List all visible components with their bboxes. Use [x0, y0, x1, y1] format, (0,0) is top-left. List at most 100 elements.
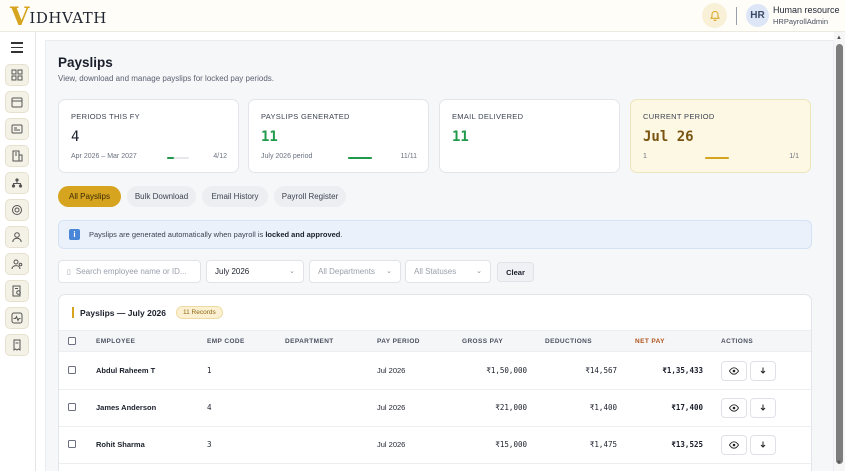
sidebar-id-card-icon[interactable]	[5, 118, 29, 140]
logo-mark: V	[10, 1, 30, 31]
tab-email-history[interactable]: Email History	[202, 186, 268, 207]
gross-pay: ₹1,50,000	[486, 366, 527, 375]
col-net-pay[interactable]: NET PAY	[635, 338, 665, 345]
employee-name: Rohit Sharma	[96, 440, 145, 449]
clear-filters-button[interactable]: Clear	[497, 262, 534, 282]
sidebar	[0, 32, 36, 471]
net-pay: ₹17,400	[671, 403, 703, 412]
brand-logo[interactable]: V IDHVATH	[10, 3, 107, 29]
row-checkbox[interactable]	[68, 403, 76, 411]
stat-label: PAYSLIPS GENERATED	[261, 112, 350, 121]
sidebar-org-chart-icon[interactable]	[5, 172, 29, 194]
gross-pay: ₹15,000	[495, 440, 527, 449]
period-select[interactable]: July 2026 ⌄	[206, 260, 304, 283]
table-header: EMPLOYEE EMP CODE DEPARTMENT PAY PERIOD …	[59, 330, 811, 352]
info-icon: i	[69, 229, 80, 240]
row-checkbox[interactable]	[68, 366, 76, 374]
stat-label: CURRENT PERIOD	[643, 112, 715, 121]
department-value: All Departments	[318, 267, 375, 276]
scroll-thumb[interactable]	[836, 44, 843, 464]
stat-sub: 1	[643, 153, 647, 160]
sidebar-user-icon[interactable]	[5, 226, 29, 248]
emp-code: 4	[207, 403, 212, 412]
tab-bulk-download[interactable]: Bulk Download	[127, 186, 196, 207]
menu-toggle-icon[interactable]	[11, 42, 23, 56]
scroll-up-arrow-icon[interactable]: ▲	[836, 35, 842, 41]
emp-code: 1	[207, 366, 212, 375]
table-row[interactable]: James Anderson 4 Jul 2026 ₹21,000 ₹1,400…	[59, 390, 811, 427]
sidebar-dashboard-icon[interactable]	[5, 64, 29, 86]
view-payslip-eye-icon[interactable]	[721, 435, 747, 455]
tab-payroll-register[interactable]: Payroll Register	[274, 186, 346, 207]
status-select[interactable]: All Statuses ⌄	[405, 260, 491, 283]
col-actions: ACTIONS	[721, 338, 754, 345]
stat-value: Jul 26	[643, 129, 694, 145]
stat-progress-bar	[705, 157, 729, 159]
sidebar-payment-icon[interactable]	[5, 199, 29, 221]
notifications-bell-icon[interactable]	[702, 3, 727, 28]
col-department[interactable]: DEPARTMENT	[285, 338, 334, 345]
stat-count: 4/12	[213, 153, 227, 160]
payslips-table-card: Payslips — July 2026 11 Records EMPLOYEE…	[58, 294, 812, 471]
chevron-down-icon: ⌄	[476, 268, 482, 275]
deductions: ₹1,475	[589, 440, 617, 449]
col-emp-code[interactable]: EMP CODE	[207, 338, 245, 345]
sidebar-building-icon[interactable]	[5, 145, 29, 167]
download-payslip-icon[interactable]	[750, 435, 776, 455]
scroll-down-arrow-icon[interactable]: ▼	[836, 460, 842, 466]
col-gross-pay[interactable]: GROSS PAY	[462, 338, 503, 345]
stat-value: 4	[71, 129, 80, 145]
main-content: Payslips View, download and manage paysl…	[45, 40, 834, 471]
stat-card-current-period: CURRENT PERIOD Jul 26 1 1/1	[630, 99, 811, 173]
deductions: ₹1,400	[589, 403, 617, 412]
download-payslip-icon[interactable]	[750, 361, 776, 381]
table-title: Payslips — July 2026	[80, 308, 166, 318]
select-all-checkbox[interactable]	[68, 337, 76, 345]
sidebar-document-search-icon[interactable]	[5, 280, 29, 302]
net-pay: ₹13,525	[671, 440, 703, 449]
stat-label: EMAIL DELIVERED	[452, 112, 524, 121]
pay-period: Jul 2026	[377, 440, 406, 449]
col-pay-period[interactable]: PAY PERIOD	[377, 338, 420, 345]
page-title: Payslips	[58, 55, 113, 70]
topbar-divider	[736, 7, 737, 25]
emp-code: 3	[207, 440, 212, 449]
deductions: ₹14,567	[585, 366, 617, 375]
sidebar-activity-icon[interactable]	[5, 307, 29, 329]
view-payslip-eye-icon[interactable]	[721, 361, 747, 381]
top-bar: V IDHVATH HR Human resource HRPayrollAdm…	[0, 0, 845, 32]
stat-sub: July 2026 period	[261, 153, 313, 160]
download-payslip-icon[interactable]	[750, 398, 776, 418]
search-input[interactable]: ▯ Search employee name or ID...	[58, 260, 201, 283]
table-row[interactable]: Abdul Raheem T 1 Jul 2026 ₹1,50,000 ₹14,…	[59, 353, 811, 390]
stat-value: 11	[261, 129, 278, 145]
records-badge: 11 Records	[176, 306, 223, 319]
tab-all-payslips[interactable]: All Payslips	[58, 186, 121, 207]
search-placeholder: Search employee name or ID...	[75, 267, 187, 276]
sidebar-users-icon[interactable]	[5, 253, 29, 275]
table-row[interactable]: Rohit Sharma 3 Jul 2026 ₹15,000 ₹1,475 ₹…	[59, 427, 811, 464]
stat-card-email-delivered: EMAIL DELIVERED 11	[439, 99, 620, 173]
info-banner: i Payslips are generated automatically w…	[58, 220, 812, 249]
sidebar-receipt-icon[interactable]	[5, 334, 29, 356]
stat-count: 11/11	[400, 153, 417, 160]
chevron-down-icon: ⌄	[289, 268, 295, 275]
sidebar-calendar-icon[interactable]	[5, 91, 29, 113]
view-payslip-eye-icon[interactable]	[721, 398, 747, 418]
status-value: All Statuses	[414, 267, 457, 276]
chevron-down-icon: ⌄	[386, 268, 392, 275]
user-avatar[interactable]: HR	[746, 4, 769, 27]
page-subtitle: View, download and manage payslips for l…	[58, 74, 274, 83]
department-select[interactable]: All Departments ⌄	[309, 260, 401, 283]
col-employee[interactable]: EMPLOYEE	[96, 338, 135, 345]
logo-text: IDHVATH	[29, 9, 107, 27]
stat-card-periods: PERIODS THIS FY 4 Apr 2026 – Mar 2027 4/…	[58, 99, 239, 173]
stat-card-payslips-generated: PAYSLIPS GENERATED 11 July 2026 period 1…	[248, 99, 429, 173]
employee-name: Abdul Raheem T	[96, 366, 156, 375]
user-name[interactable]: Human resource	[773, 5, 840, 15]
period-value: July 2026	[215, 267, 250, 276]
stat-progress-bar	[348, 157, 372, 159]
row-checkbox[interactable]	[68, 440, 76, 448]
col-deductions[interactable]: DEDUCTIONS	[545, 338, 592, 345]
pay-period: Jul 2026	[377, 403, 406, 412]
